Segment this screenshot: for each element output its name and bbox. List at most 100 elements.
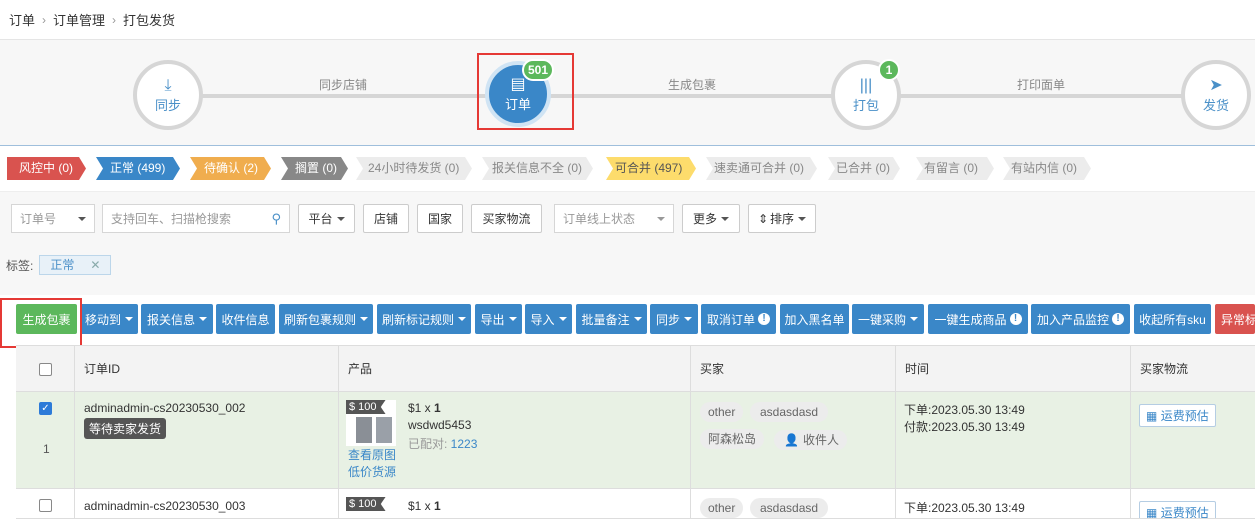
online-status-label: 订单线上状态 [563, 212, 636, 226]
sort-dropdown[interactable]: ⇕ 排序 [748, 204, 816, 233]
caret-down-icon [684, 317, 692, 321]
search-icon[interactable]: ⚲ [271, 211, 281, 227]
order-id[interactable]: adminadmin-cs20230530_002 [84, 401, 245, 415]
export-button[interactable]: 导出 [475, 304, 522, 334]
tab-aliexpress-mergeable[interactable]: 速卖通可合并 (0) [706, 157, 817, 180]
sort-label: 排序 [770, 212, 795, 226]
country-button[interactable]: 国家 [417, 204, 463, 233]
tab-24h-ship[interactable]: 24小时待发货 (0) [356, 157, 472, 180]
breadcrumb: 订单 › 订单管理 › 打包发货 [0, 0, 1255, 40]
workflow-node-sync[interactable]: ⤓ 同步 [133, 60, 203, 130]
shop-button[interactable]: 店铺 [363, 204, 409, 233]
batch-note-button[interactable]: 批量备注 [576, 304, 647, 334]
workflow-step-label: 同步店铺 [319, 78, 368, 92]
shipping-estimate-button[interactable]: ▦ 运费预估 [1139, 501, 1216, 519]
row-checkbox[interactable]: ✓ [39, 402, 52, 415]
tag-filter-label: 标签: [6, 258, 34, 273]
workflow-node-label: 打包 [852, 97, 879, 113]
tab-customs-incomplete[interactable]: 报关信息不全 (0) [482, 157, 593, 180]
tag-chip-normal: 正常 ✕ [39, 255, 112, 275]
calculator-icon: ▦ [1146, 409, 1158, 423]
download-icon: ⤓ [164, 76, 172, 94]
platform-label: 平台 [308, 212, 333, 226]
customs-info-button[interactable]: 报关信息 [141, 304, 213, 334]
platform-dropdown[interactable]: 平台 [298, 204, 355, 233]
breadcrumb-item[interactable]: 订单管理 [53, 10, 105, 29]
column-header-buyer-logistics: 买家物流 [1130, 346, 1255, 393]
one-click-purchase-button[interactable]: 一键采购 [852, 304, 924, 334]
order-no-select-label: 订单号 [20, 212, 57, 226]
column-divider [690, 392, 691, 488]
pay-time: 付款:2023.05.30 13:49 [904, 420, 1025, 434]
recipient-chip[interactable]: 👤 收件人 [774, 430, 847, 450]
caret-down-icon [336, 216, 345, 221]
buyer-name-chip: asdasdasd [750, 402, 829, 422]
workflow-node-label: 同步 [154, 97, 181, 113]
order-id[interactable]: adminadmin-cs20230530_003 [84, 499, 245, 513]
cancel-order-button[interactable]: 取消订单! [701, 304, 776, 334]
tab-merged[interactable]: 已合并 (0) [828, 157, 900, 180]
close-icon[interactable]: ✕ [90, 258, 100, 272]
exception-mark-button[interactable]: 异常标 [1215, 304, 1255, 334]
workflow-node-ship[interactable]: ➤ 发货 [1181, 60, 1251, 130]
caret-down-icon [558, 317, 567, 321]
order-no-select[interactable]: 订单号 [11, 204, 95, 233]
column-header-time: 时间 [895, 346, 1131, 393]
sync-button[interactable]: 同步 [650, 304, 698, 334]
column-divider [895, 392, 896, 488]
tab-on-hold[interactable]: 搁置 (0) [281, 157, 348, 180]
row-checkbox[interactable] [39, 499, 52, 512]
search-input[interactable]: 支持回车、扫描枪搜索 ⚲ [102, 204, 290, 233]
caret-down-icon [199, 317, 207, 321]
highlight-box [0, 298, 82, 348]
product-thumbnail[interactable]: $ 100 [346, 497, 396, 518]
tab-risk-control[interactable]: 风控中 (0) [7, 157, 86, 180]
caret-down-icon [798, 216, 807, 221]
online-status-select[interactable]: 订单线上状态 [554, 204, 674, 233]
workflow-connector [200, 94, 490, 98]
tab-mergeable[interactable]: 可合并 (497) [606, 157, 696, 180]
tag-chip-label: 正常 [50, 258, 75, 272]
tab-has-message[interactable]: 有留言 (0) [916, 157, 994, 180]
paired-value-link[interactable]: 1223 [451, 437, 478, 451]
tab-has-site-message[interactable]: 有站内信 (0) [1003, 157, 1091, 180]
add-blacklist-button[interactable]: 加入黑名单 [780, 304, 849, 334]
calculator-icon: ▦ [1146, 506, 1158, 519]
cancel-order-label: 取消订单 [706, 312, 755, 327]
generate-products-button[interactable]: 一键生成商品! [928, 304, 1028, 334]
breadcrumb-item-current: 打包发货 [123, 13, 176, 28]
column-divider [1130, 489, 1131, 518]
shipping-estimate-button[interactable]: ▦ 运费预估 [1139, 404, 1216, 427]
highlight-box [477, 53, 574, 130]
refresh-mark-rules-button[interactable]: 刷新标记规则 [377, 304, 471, 334]
buyer-logistics-button[interactable]: 买家物流 [471, 204, 542, 233]
product-monitor-button[interactable]: 加入产品监控! [1031, 304, 1130, 334]
shipping-estimate-label: 运费预估 [1160, 409, 1209, 423]
tab-pending-confirm[interactable]: 待确认 (2) [190, 157, 271, 180]
import-button[interactable]: 导入 [525, 304, 572, 334]
refresh-package-rules-button[interactable]: 刷新包裹规则 [279, 304, 373, 334]
chevron-right-icon: › [42, 12, 47, 27]
caret-down-icon [721, 216, 729, 221]
status-badge: 等待卖家发货 [84, 418, 167, 439]
caret-down-icon [508, 317, 517, 321]
table-header: 订单ID 产品 买家 时间 买家物流 [16, 345, 1255, 393]
collapse-sku-button[interactable]: 收起所有sku [1134, 304, 1211, 334]
column-divider [74, 392, 75, 488]
sort-icon: ⇕ [757, 211, 769, 226]
column-divider [895, 489, 896, 518]
tab-normal[interactable]: 正常 (499) [96, 157, 180, 180]
product-thumbnail[interactable]: $ 100 [346, 400, 396, 446]
view-original-image-link[interactable]: 查看原图 [348, 446, 396, 463]
move-to-button[interactable]: 移动到 [80, 304, 138, 334]
recipient-info-button[interactable]: 收件信息 [216, 304, 275, 334]
workflow-node-label: 发货 [1202, 97, 1229, 113]
chevron-right-icon: › [112, 12, 117, 27]
more-dropdown[interactable]: 更多 [682, 204, 740, 233]
low-price-source-link[interactable]: 低价货源 [348, 463, 396, 480]
select-all-checkbox[interactable] [39, 363, 52, 376]
breadcrumb-item[interactable]: 订单 [9, 10, 35, 29]
column-divider [338, 392, 339, 488]
workflow-connector [550, 94, 840, 98]
generate-products-label: 一键生成商品 [934, 312, 1007, 327]
